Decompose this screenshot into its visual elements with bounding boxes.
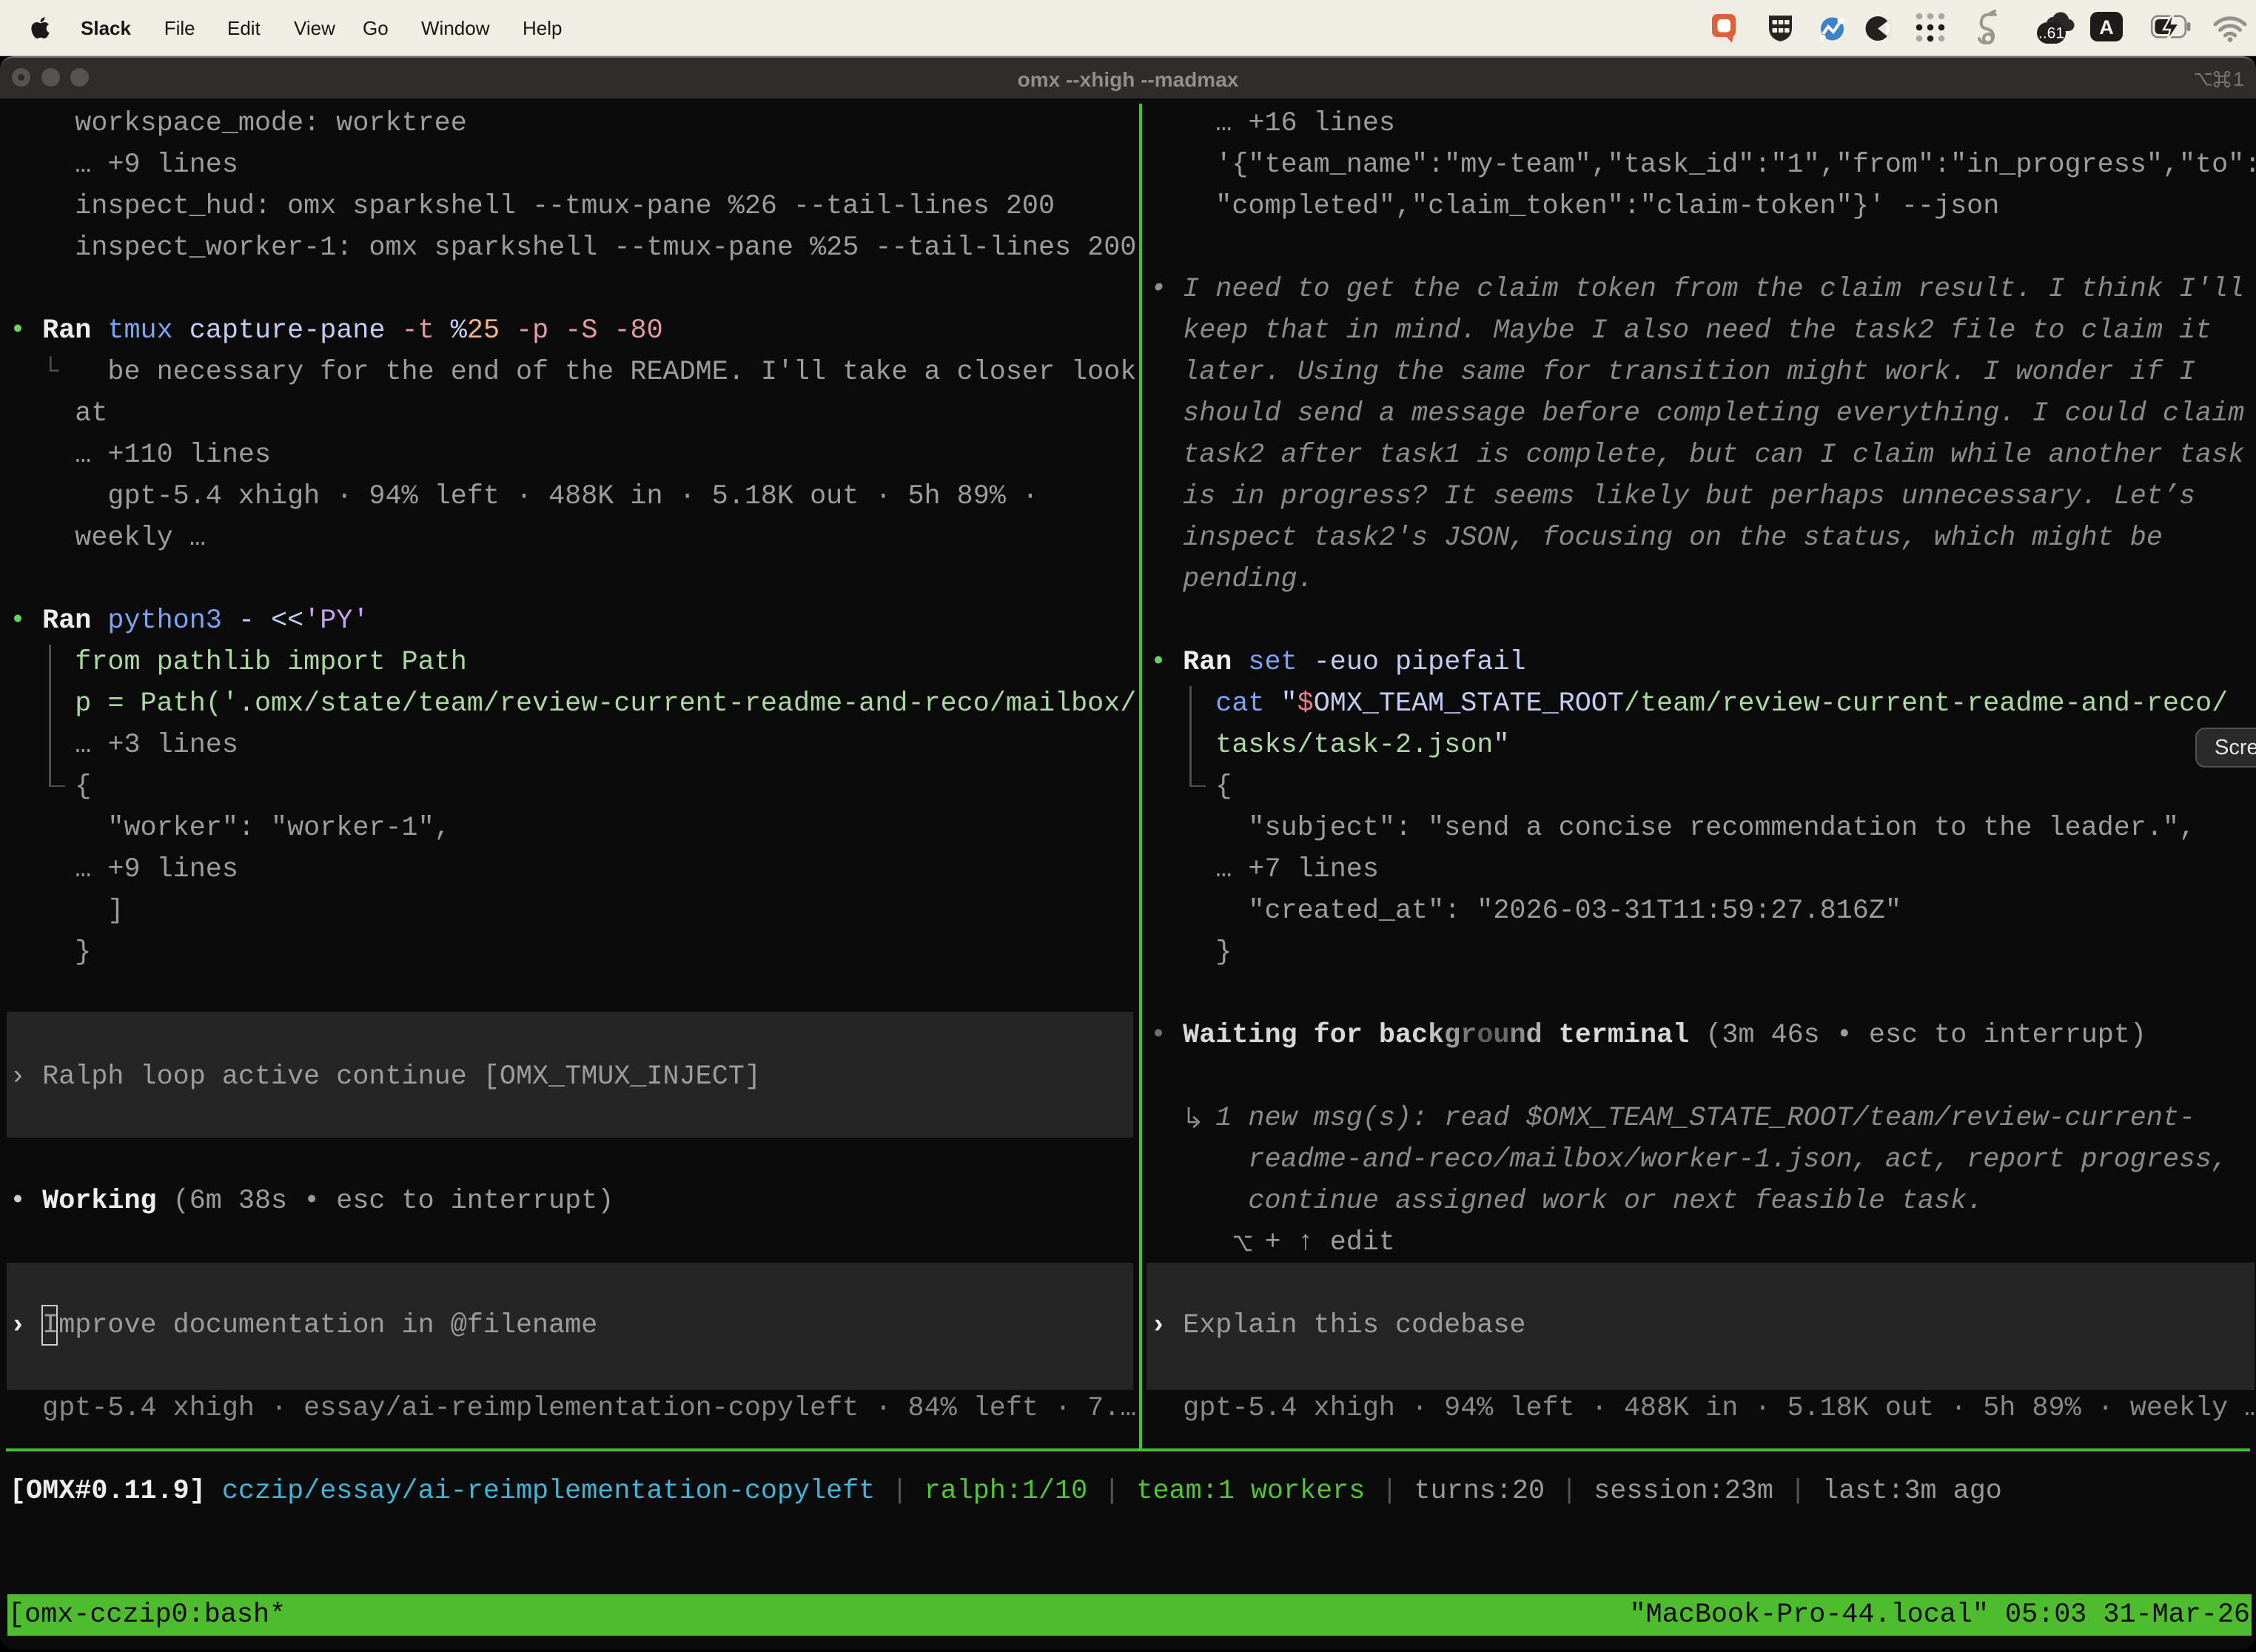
svg-text:..61: ..61	[2038, 25, 2064, 42]
svg-text:A: A	[2099, 16, 2114, 38]
